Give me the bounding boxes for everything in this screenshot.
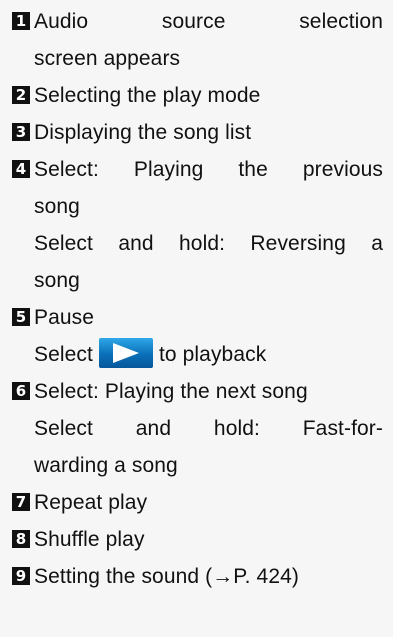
- list-item-9: 9 Setting the sound (→P. 424): [12, 558, 383, 595]
- item-4-line-3: Select and hold: Reversing a: [34, 232, 383, 255]
- list-item-6: 6 Select: Playing the next song Select a…: [12, 373, 383, 484]
- item-7-line-1: Repeat play: [34, 491, 148, 514]
- list-item-5: 5 Pause Select to playback: [12, 299, 383, 373]
- number-badge-6: 6: [12, 382, 30, 400]
- item-5-line-1: Pause: [34, 306, 95, 329]
- item-4-line-1: Select: Playing the previous: [34, 158, 383, 181]
- item-4-line-2: song: [34, 195, 80, 218]
- item-5-playback-text: to playback: [158, 343, 267, 366]
- item-8-line-1: Shuffle play: [34, 528, 145, 551]
- item-1-line-2: screen appears: [34, 47, 181, 70]
- item-3-line-1: Displaying the song list: [34, 121, 252, 144]
- item-9-line-1: Setting the sound (→P. 424): [34, 565, 299, 588]
- list-item-1: 1 Audio source selection screen appears: [12, 3, 383, 77]
- list-item-7: 7 Repeat play: [12, 484, 383, 521]
- item-5-line-2: Select to playback: [34, 336, 383, 373]
- list-item-8: 8 Shuffle play: [12, 521, 383, 558]
- list-item-3: 3 Displaying the song list: [12, 114, 383, 151]
- item-5-select-text: Select: [34, 343, 93, 366]
- number-badge-4: 4: [12, 160, 30, 178]
- play-icon: [98, 338, 153, 369]
- number-badge-7: 7: [12, 493, 30, 511]
- number-badge-2: 2: [12, 86, 30, 104]
- item-4-line-4: song: [34, 269, 80, 292]
- number-badge-1: 1: [12, 12, 30, 30]
- number-badge-5: 5: [12, 308, 30, 326]
- list-item-2: 2 Selecting the play mode: [12, 77, 383, 114]
- number-badge-3: 3: [12, 123, 30, 141]
- number-badge-9: 9: [12, 567, 30, 585]
- item-1-line-1: Audio source selection: [34, 10, 383, 33]
- item-6-line-2: Select and hold: Fast-for-: [34, 417, 383, 440]
- number-badge-8: 8: [12, 530, 30, 548]
- item-6-line-3: warding a song: [34, 454, 178, 477]
- list-item-4: 4 Select: Playing the previous song Sele…: [12, 151, 383, 299]
- instruction-list: 1 Audio source selection screen appears …: [0, 0, 393, 637]
- item-6-line-1: Select: Playing the next song: [34, 380, 308, 403]
- item-2-line-1: Selecting the play mode: [34, 84, 261, 107]
